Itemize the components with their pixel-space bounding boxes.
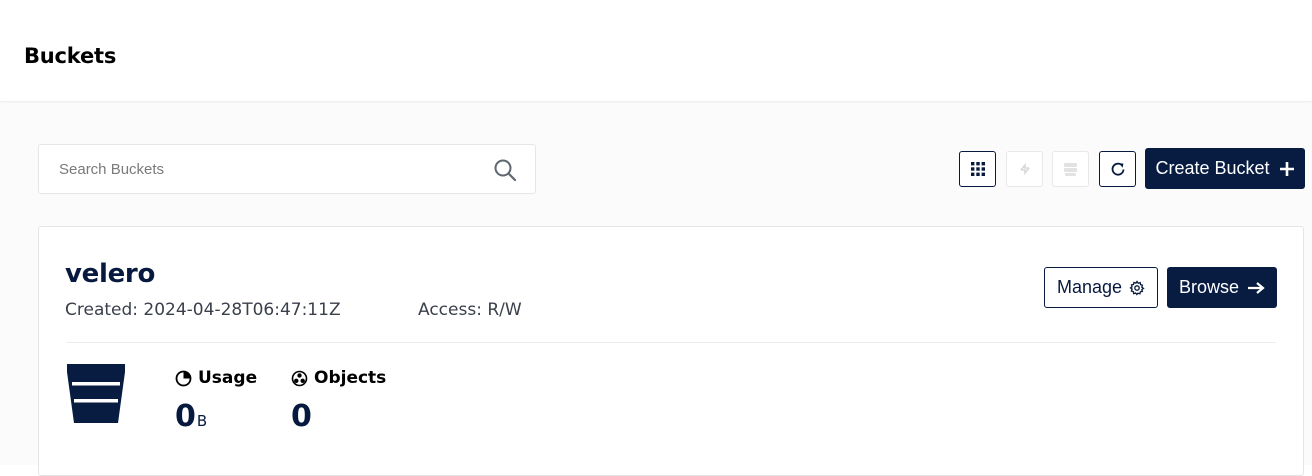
replication-button[interactable] xyxy=(1006,151,1043,187)
bucket-name[interactable]: velero xyxy=(65,259,155,289)
create-bucket-button[interactable]: Create Bucket xyxy=(1145,148,1305,189)
usage-number: 0 xyxy=(175,399,196,434)
page-header: Buckets xyxy=(0,0,1312,102)
manage-label: Manage xyxy=(1056,277,1123,297)
lifecycle-icon xyxy=(1063,163,1077,176)
usage-label: Usage xyxy=(175,368,257,388)
lifecycle-button[interactable] xyxy=(1052,151,1089,187)
refresh-button[interactable] xyxy=(1099,151,1136,187)
bucket-icon xyxy=(67,364,125,423)
objects-label: Objects xyxy=(291,368,386,388)
browse-button[interactable]: Browse xyxy=(1167,267,1277,308)
create-bucket-label: Create Bucket xyxy=(1155,158,1270,178)
search-input[interactable] xyxy=(39,145,479,193)
bucket-access: Access: R/W xyxy=(418,300,522,320)
usage-value: 0B xyxy=(175,399,207,434)
objects-value: 0 xyxy=(291,399,312,434)
page-title: Buckets xyxy=(24,44,117,68)
grid-select-icon xyxy=(970,162,985,176)
card-divider xyxy=(66,342,1276,343)
bucket-created: Created: 2024-04-28T06:47:11Z xyxy=(65,300,341,320)
search-box[interactable] xyxy=(38,144,536,194)
gear-icon xyxy=(1129,279,1145,296)
refresh-icon xyxy=(1111,162,1124,176)
browse-label: Browse xyxy=(1178,277,1240,297)
usage-unit: B xyxy=(196,412,208,430)
plus-icon xyxy=(1279,161,1294,176)
bucket-card[interactable] xyxy=(38,226,1304,476)
arrow-right-icon xyxy=(1248,281,1265,294)
objects-icon xyxy=(291,370,308,386)
manage-button[interactable]: Manage xyxy=(1044,267,1158,308)
select-multiple-button[interactable] xyxy=(959,151,996,187)
usage-label-text: Usage xyxy=(198,368,258,388)
search-icon[interactable] xyxy=(493,158,517,182)
pie-chart-icon xyxy=(175,370,192,386)
objects-label-text: Objects xyxy=(314,368,387,388)
replication-icon xyxy=(1019,162,1030,176)
